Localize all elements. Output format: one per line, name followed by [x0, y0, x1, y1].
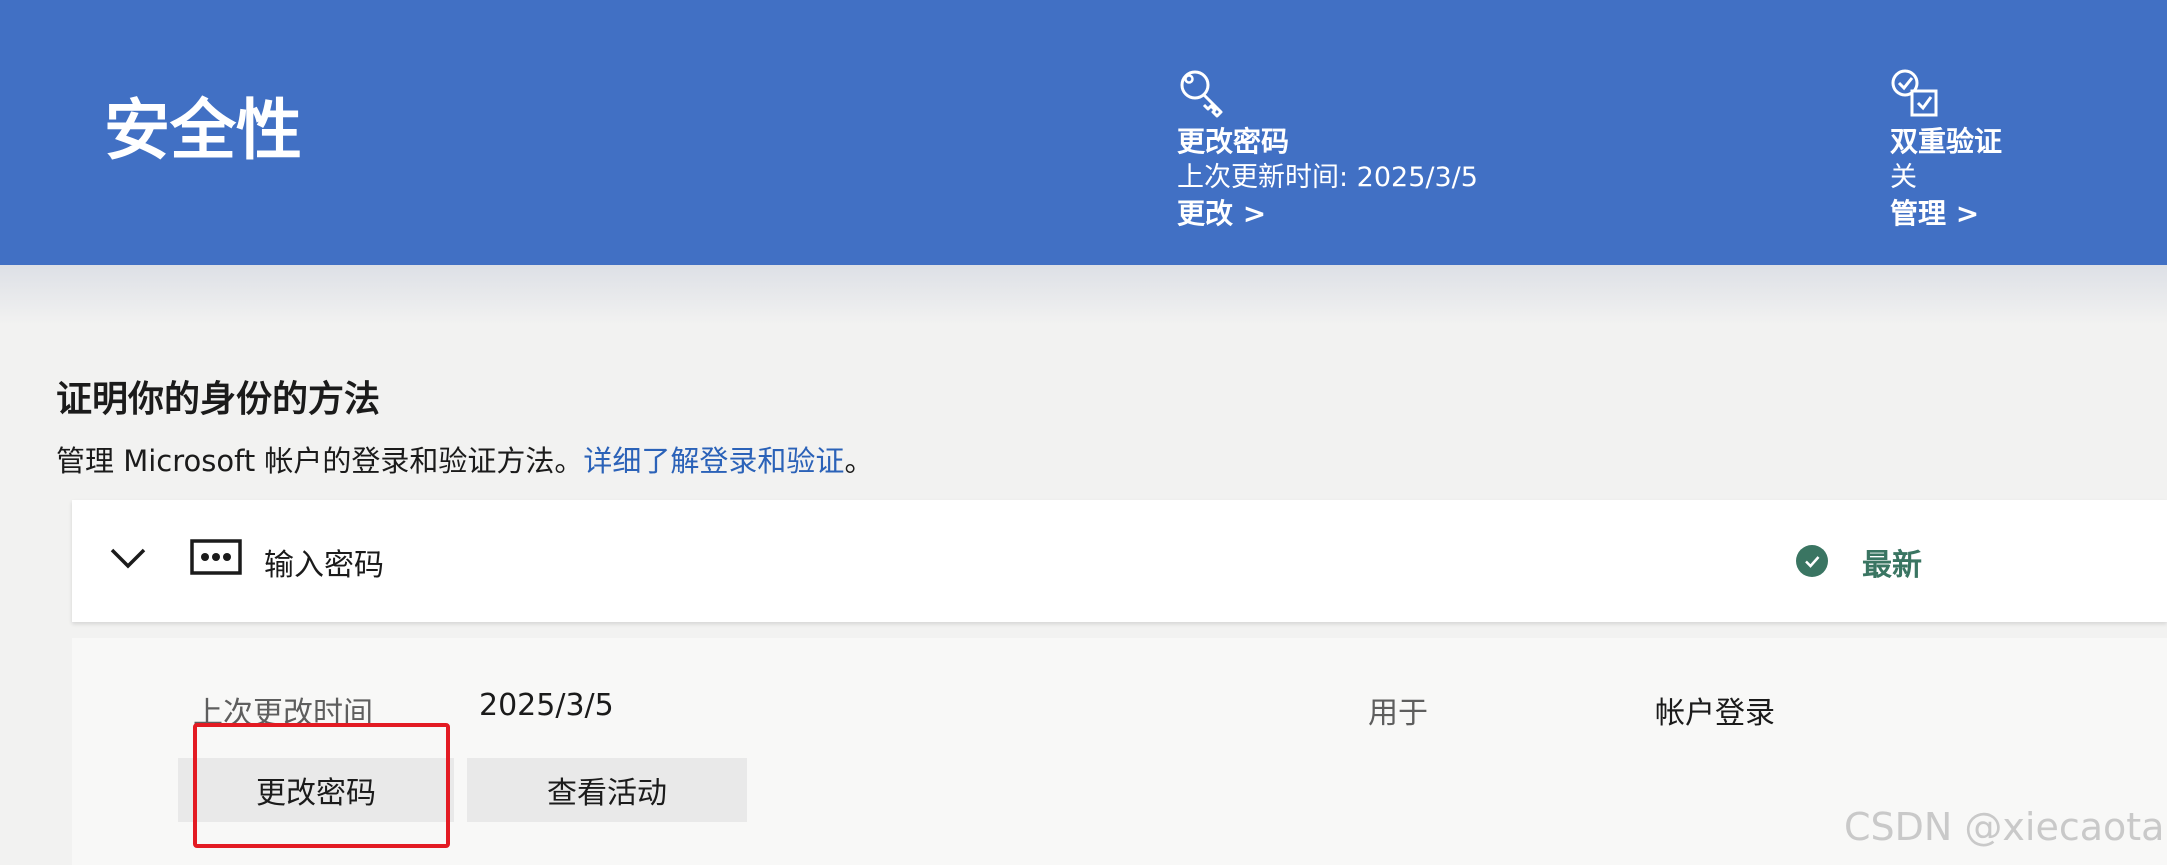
key-icon [1180, 70, 1223, 118]
password-dots-icon [190, 539, 242, 575]
two-step-summary: 双重验证 关 管理 > [1890, 68, 2002, 232]
two-step-manage-link[interactable]: 管理 > [1890, 196, 2002, 232]
two-step-status: 关 [1890, 162, 1917, 193]
page-title: 安全性 [104, 92, 302, 169]
section-description: 管理 Microsoft 帐户的登录和验证方法。详细了解登录和验证。 [56, 438, 873, 480]
last-changed-value: 2025/3/5 [479, 688, 614, 723]
section-description-end: 。 [844, 444, 874, 478]
change-password-title: 更改密码 [1177, 125, 1290, 158]
view-activity-button[interactable]: 查看活动 [467, 758, 747, 822]
method-label: 输入密码 [264, 548, 384, 583]
checklist-icon [1891, 69, 1938, 117]
check-circle-icon [1796, 545, 1828, 577]
learn-more-link[interactable]: 详细了解登录和验证 [583, 444, 844, 478]
page-header [0, 0, 2167, 265]
used-for-label: 用于 [1368, 696, 1428, 731]
change-password-button[interactable]: 更改密码 [178, 758, 454, 822]
used-for-value: 帐户登录 [1655, 696, 1775, 731]
watermark: CSDN @xiecaotai [1844, 805, 2167, 849]
status-badge: 最新 [1862, 548, 1922, 583]
password-method-card[interactable] [72, 500, 2167, 622]
header-shadow [0, 265, 2167, 325]
change-password-link[interactable]: 更改 > [1177, 196, 1478, 232]
password-last-updated: 上次更新时间: 2025/3/5 [1177, 162, 1478, 193]
section-title: 证明你的身份的方法 [56, 379, 381, 420]
last-changed-label: 上次更改时间 [193, 696, 373, 731]
chevron-down-icon[interactable] [108, 542, 148, 574]
change-password-summary: 更改密码 上次更新时间: 2025/3/5 更改 > [1177, 68, 1478, 232]
two-step-title: 双重验证 [1890, 125, 2003, 158]
section-description-text: 管理 Microsoft 帐户的登录和验证方法。 [56, 444, 584, 478]
